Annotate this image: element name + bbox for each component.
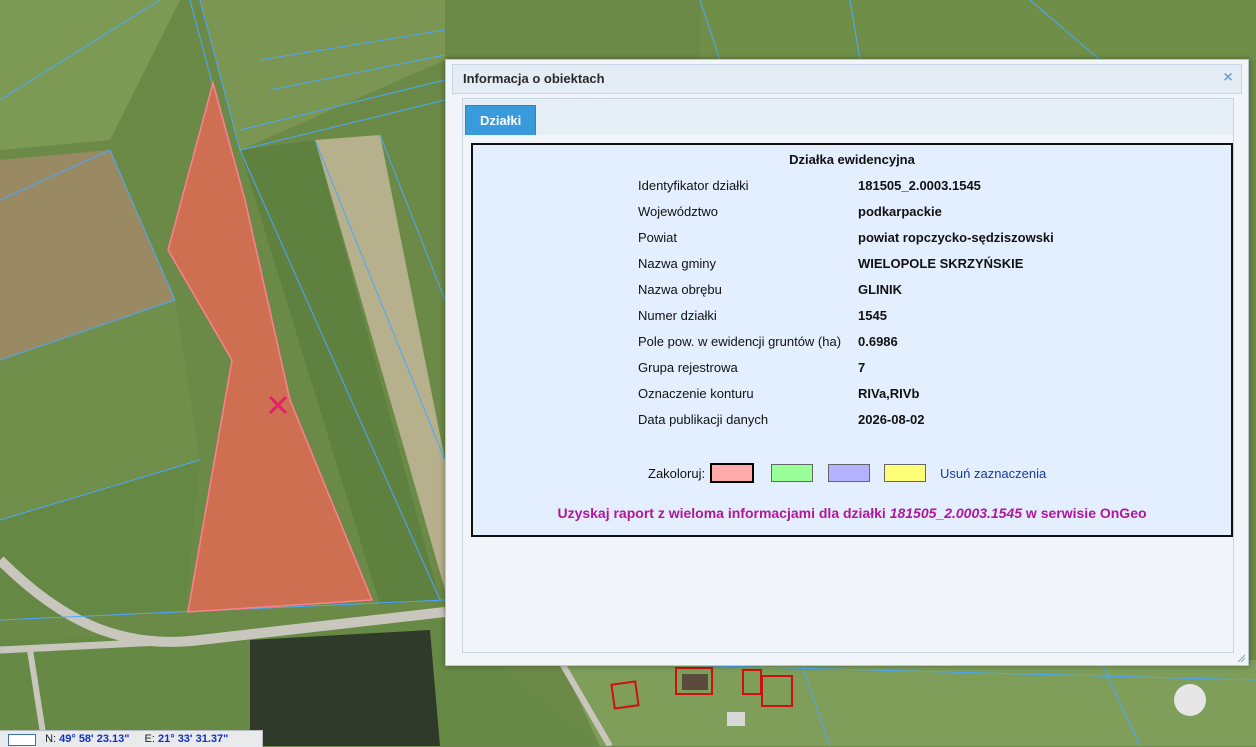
colorize-label: Zakoloruj: [648, 466, 706, 481]
info-value: 1545 [858, 308, 887, 323]
ongeo-report-link[interactable]: Uzyskaj raport z wieloma informacjami dl… [473, 505, 1231, 521]
info-label: Nazwa obrębu [638, 282, 722, 297]
info-label: Powiat [638, 230, 678, 245]
info-label: Numer działki [638, 308, 717, 323]
info-label: Grupa rejestrowa [638, 360, 738, 375]
tab-panel: Działka ewidencyjna Identyfikator działk… [462, 135, 1234, 653]
parcel-info-heading: Działka ewidencyjna [789, 152, 915, 167]
colorize-row: Zakoloruj: Usuń zaznaczenia [473, 463, 1231, 485]
north-label: N: [45, 733, 57, 745]
info-value: 0.6986 [858, 334, 898, 349]
report-parcel-id: 181505_2.0003.1545 [889, 505, 1023, 521]
info-value: podkarpackie [858, 204, 942, 219]
info-label: Identyfikator działki [638, 178, 749, 193]
parcel-info-box: Działka ewidencyjna Identyfikator działk… [471, 143, 1233, 537]
report-prefix: Uzyskaj raport z wieloma informacjami dl… [557, 505, 890, 521]
info-value: GLINIK [858, 282, 903, 297]
east-value: 21° 33' 31.37" [158, 733, 229, 745]
info-value: RIVa,RIVb [858, 386, 920, 401]
dialog-header[interactable]: Informacja o obiektach × [452, 64, 1242, 94]
east-label: E: [144, 733, 155, 745]
tab-bar: Działki [462, 98, 1234, 136]
info-label: Nazwa gminy [638, 256, 717, 271]
info-value: 181505_2.0003.1545 [858, 178, 981, 193]
info-value: 2026-08-02 [858, 412, 925, 427]
close-icon[interactable]: × [1220, 70, 1236, 86]
dialog-title: Informacja o obiektach [463, 71, 605, 86]
info-label: Data publikacji danych [638, 412, 769, 427]
color-swatch-pink[interactable] [710, 463, 754, 483]
info-value: powiat ropczycko-sędziszowski [858, 230, 1054, 245]
object-info-dialog: Informacja o obiektach × Działki Działka… [445, 59, 1249, 666]
color-swatch-yellow[interactable] [884, 464, 926, 482]
coordinates-bar: N: 49° 58' 23.13" E: 21° 33' 31.37" [0, 730, 263, 747]
info-label: Oznaczenie konturu [638, 386, 754, 401]
color-swatch-purple[interactable] [828, 464, 870, 482]
report-suffix: w serwisie OnGeo [1022, 505, 1147, 521]
resize-handle-icon[interactable] [1236, 653, 1246, 663]
scale-icon [8, 734, 36, 746]
info-value: 7 [858, 360, 866, 375]
info-label: Województwo [638, 204, 718, 219]
north-value: 49° 58' 23.13" [59, 733, 130, 745]
clear-selection-link[interactable]: Usuń zaznaczenia [940, 466, 1046, 481]
color-swatch-green[interactable] [771, 464, 813, 482]
tab-dzialki[interactable]: Działki [465, 105, 537, 136]
info-label: Pole pow. w ewidencji gruntów (ha) [638, 334, 842, 349]
info-value: WIELOPOLE SKRZYŃSKIE [858, 256, 1024, 271]
